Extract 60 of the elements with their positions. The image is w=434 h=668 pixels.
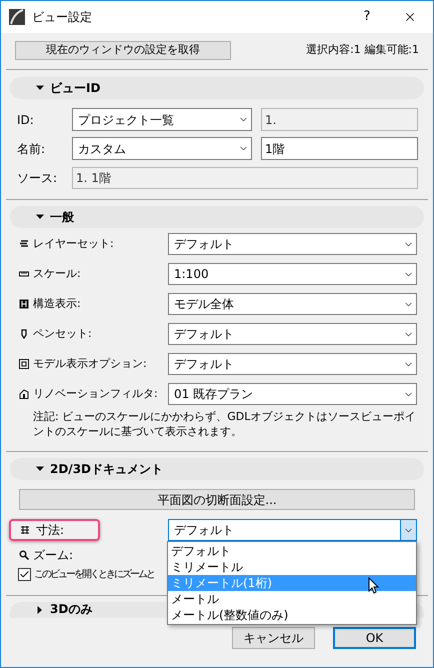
dropdown-select[interactable]: 01 既存プラン bbox=[168, 383, 417, 405]
magnifier-icon bbox=[19, 550, 29, 560]
id-field: 1. bbox=[261, 108, 418, 131]
section-title: 2D/3Dドキュメント bbox=[50, 461, 164, 478]
field-label: ソース: bbox=[17, 170, 58, 187]
field-label: 名前: bbox=[17, 140, 46, 158]
dropdown-select[interactable]: デフォルト bbox=[168, 233, 417, 255]
dialog-button[interactable]: OK bbox=[333, 627, 416, 649]
dropdown-select[interactable]: デフォルト bbox=[168, 519, 417, 541]
field-label: スケール: bbox=[33, 266, 82, 282]
help-button[interactable]: ? bbox=[347, 1, 387, 33]
triangle-down-icon bbox=[36, 213, 44, 221]
dropdown-option[interactable]: デフォルト bbox=[168, 543, 416, 559]
cut-plane-settings-button[interactable]: 平面図の切断面設定... bbox=[19, 489, 415, 510]
frame-icon bbox=[19, 359, 29, 369]
name-field[interactable]: 1階 bbox=[261, 137, 418, 160]
layers-icon bbox=[19, 239, 29, 249]
field-label: 寸法: bbox=[36, 522, 64, 539]
dimension-icon bbox=[20, 525, 30, 535]
dropdown-select[interactable]: モデル全体 bbox=[168, 293, 417, 315]
checkbox[interactable] bbox=[18, 568, 31, 580]
check-icon bbox=[19, 568, 30, 580]
field-label: 構造表示: bbox=[33, 296, 82, 312]
dropdown-option[interactable]: ミリメートル bbox=[168, 559, 416, 575]
close-icon bbox=[403, 10, 417, 24]
field-label: モデル表示オプション: bbox=[33, 356, 148, 372]
app-logo-icon bbox=[9, 9, 25, 25]
note-text: 注記: ビューのスケールにかかわらず、GDLオブジェクトはソースビューポイントのスケールに基づいて表示されます。 bbox=[32, 409, 416, 439]
section-header[interactable]: 2D/3Dドキュメント bbox=[10, 458, 424, 480]
section-header[interactable]: ビューID bbox=[10, 77, 424, 99]
dropdown-select[interactable]: プロジェクト一覧 bbox=[72, 108, 252, 131]
source-field: 1. 1階 bbox=[72, 167, 418, 189]
dropdown-select[interactable]: カスタム bbox=[72, 137, 252, 160]
dropdown-option[interactable]: メートル bbox=[168, 591, 416, 607]
triangle-down-icon bbox=[36, 84, 44, 92]
house-icon bbox=[19, 389, 29, 399]
pen-icon bbox=[19, 329, 29, 339]
cursor-icon bbox=[368, 577, 380, 594]
field-label: リノベーションフィルタ: bbox=[33, 386, 159, 402]
window-title: ビュー設定 bbox=[32, 9, 92, 26]
checkbox-label: このビューを開くときにズームと bbox=[34, 568, 154, 582]
field-label: ペンセット: bbox=[33, 326, 93, 342]
section-title: 一般 bbox=[50, 209, 74, 226]
field-label: ID: bbox=[17, 112, 35, 128]
dialog-button[interactable]: キャンセル bbox=[232, 627, 315, 649]
dropdown-select[interactable]: デフォルト bbox=[168, 323, 417, 345]
ruler-icon bbox=[19, 269, 29, 279]
triangle-down-icon bbox=[36, 465, 44, 473]
section-title: ビューID bbox=[50, 80, 100, 97]
grid-icon bbox=[19, 299, 29, 309]
section-title: 3Dのみ bbox=[50, 602, 92, 618]
triangle-right-icon bbox=[36, 606, 44, 614]
dropdown-select[interactable]: デフォルト bbox=[168, 353, 417, 375]
section-header[interactable]: 一般 bbox=[10, 206, 424, 228]
get-settings-button[interactable]: 現在のウィンドウの設定を取得 bbox=[15, 41, 231, 60]
dropdown-select[interactable]: 1:100 bbox=[168, 263, 417, 285]
field-label: レイヤーセット: bbox=[33, 236, 115, 252]
dropdown-option[interactable]: メートル(整数値のみ) bbox=[168, 607, 416, 623]
field-label: ズーム: bbox=[33, 547, 74, 564]
selection-status: 選択内容:1 編集可能:1 bbox=[306, 42, 419, 58]
